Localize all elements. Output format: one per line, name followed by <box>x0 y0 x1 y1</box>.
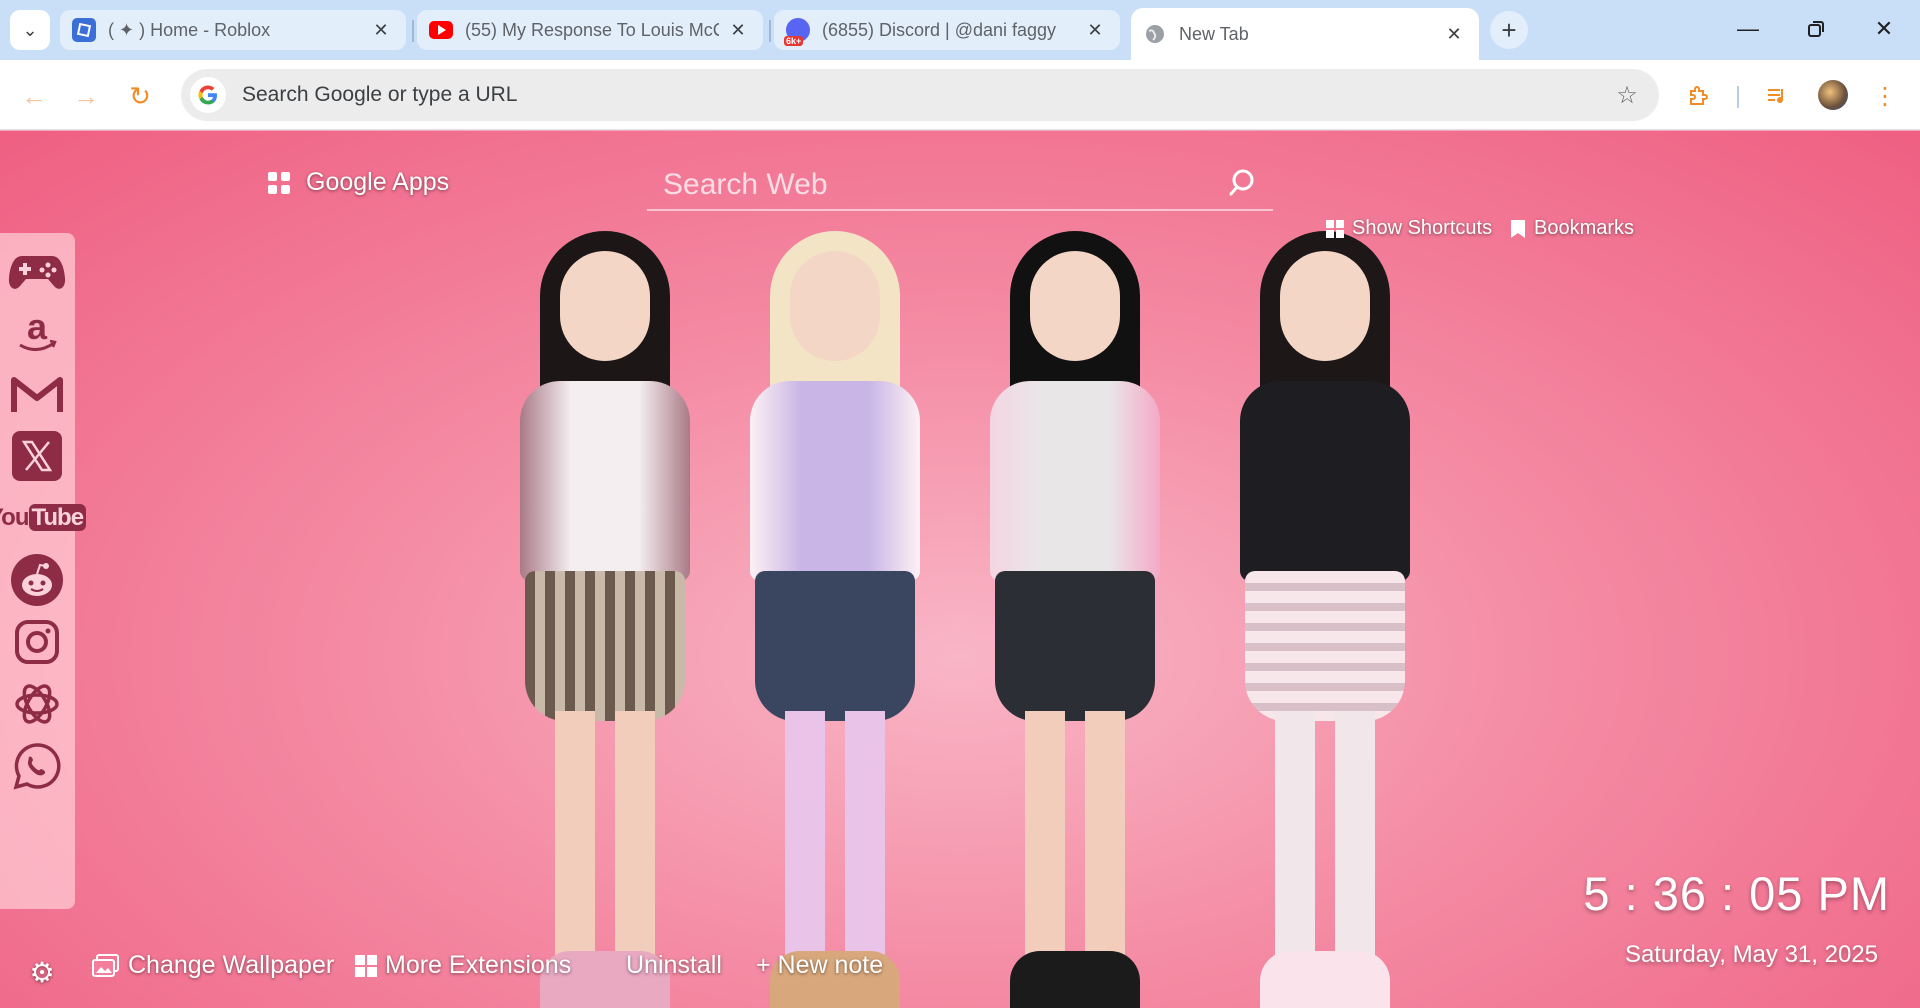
search-icon[interactable] <box>1225 163 1265 203</box>
chatgpt-icon[interactable] <box>6 673 68 735</box>
google-apps-label: Google Apps <box>306 168 450 196</box>
wallpaper-image <box>500 171 1500 1008</box>
menu-button[interactable]: ⋮ <box>1870 77 1900 115</box>
show-shortcuts-button[interactable]: Show Shortcuts <box>1326 217 1492 240</box>
more-extensions-label: More Extensions <box>385 951 572 979</box>
windows-grid-icon <box>1326 219 1344 238</box>
youtube-logo-text-b: Tube <box>28 504 87 531</box>
tab-divider <box>769 20 771 42</box>
globe-icon <box>1143 22 1167 46</box>
extensions-button[interactable] <box>1680 77 1718 115</box>
close-icon[interactable]: ✕ <box>1084 19 1106 41</box>
search-box <box>647 161 1273 211</box>
new-note-label: + New note <box>756 951 884 979</box>
settings-button[interactable]: ⚙ <box>24 954 60 990</box>
omnibox[interactable]: Search Google or type a URL ☆ <box>181 69 1659 121</box>
notification-badge: 6k+ <box>784 36 804 46</box>
restore-icon <box>1808 21 1824 37</box>
tab-divider <box>412 20 414 42</box>
discord-icon: 6k+ <box>784 18 810 46</box>
close-icon[interactable]: ✕ <box>370 19 392 41</box>
close-icon[interactable]: ✕ <box>1443 23 1465 45</box>
reddit-icon[interactable] <box>6 549 68 611</box>
tab-youtube[interactable]: (55) My Response To Louis McC ✕ <box>417 10 763 50</box>
clock: 5 : 36 : 05 PM <box>1583 867 1890 920</box>
forward-button[interactable]: → <box>66 76 106 116</box>
plus-icon: + <box>1501 14 1517 45</box>
wallpaper-figure <box>500 211 710 1008</box>
tab-title: New Tab <box>1179 23 1249 44</box>
minimize-icon: — <box>1737 16 1759 41</box>
kebab-menu-icon: ⋮ <box>1873 82 1897 110</box>
browser-toolbar: ← → ↻ Search Google or type a URL ☆ ⋮ <box>0 60 1920 130</box>
shortcut-dock: a YouTube <box>0 233 87 909</box>
bookmarks-button[interactable]: Bookmarks <box>1510 217 1634 240</box>
change-wallpaper-button[interactable]: Change Wallpaper <box>92 951 334 980</box>
back-button[interactable]: ← <box>14 76 54 116</box>
gmail-icon[interactable] <box>6 363 68 425</box>
media-control-button[interactable] <box>1758 77 1796 115</box>
puzzle-icon <box>1690 86 1708 105</box>
tab-discord[interactable]: 6k+ (6855) Discord | @dani faggy ✕ <box>774 10 1120 50</box>
tab-roblox[interactable]: ( ✦ ) Home - Roblox ✕ <box>60 10 406 50</box>
more-extensions-button[interactable]: More Extensions <box>355 951 571 980</box>
amazon-icon[interactable]: a <box>6 301 68 363</box>
youtube-icon <box>429 18 453 42</box>
uninstall-label: Uninstall <box>626 951 722 979</box>
tab-title: ( ✦ ) Home - Roblox <box>108 19 271 40</box>
roblox-icon <box>72 18 96 42</box>
windows-grid-icon <box>355 954 377 977</box>
apps-grid-icon <box>268 171 290 194</box>
tab-title: (55) My Response To Louis McC <box>465 19 719 40</box>
google-g-icon <box>190 77 226 113</box>
instagram-icon[interactable] <box>6 611 68 673</box>
gamepad-icon[interactable] <box>6 241 68 303</box>
arrow-right-icon: → <box>73 80 99 111</box>
show-shortcuts-label: Show Shortcuts <box>1352 217 1493 239</box>
image-icon <box>92 953 119 977</box>
bookmark-star-icon[interactable]: ☆ <box>1607 75 1647 115</box>
chevron-down-icon: ⌄ <box>22 19 38 40</box>
change-wallpaper-label: Change Wallpaper <box>128 951 335 979</box>
tab-new-tab[interactable]: New Tab ✕ <box>1131 8 1479 60</box>
toolbar-separator <box>1737 86 1739 108</box>
youtube-logo-text-a: You <box>0 504 29 531</box>
google-apps-button[interactable]: Google Apps <box>268 168 449 197</box>
minimize-button[interactable]: — <box>1718 8 1778 50</box>
close-icon[interactable]: ✕ <box>727 19 749 41</box>
close-icon: ✕ <box>1874 16 1894 41</box>
tab-strip: ⌄ ( ✦ ) Home - Roblox ✕ (55) My Response… <box>0 0 1920 60</box>
tab-title: (6855) Discord | @dani faggy <box>822 19 1057 40</box>
wallpaper-figure <box>1220 211 1430 1008</box>
new-tab-button[interactable]: + <box>1490 11 1528 49</box>
reload-icon: ↻ <box>129 80 151 111</box>
search-input[interactable] <box>663 163 1223 207</box>
new-tab-page: Google Apps Show Shortcuts Bookmarks a Y… <box>0 131 1920 1008</box>
wallpaper-figure <box>970 211 1180 1008</box>
bookmark-icon <box>1511 219 1525 238</box>
arrow-left-icon: ← <box>21 80 47 111</box>
restore-button[interactable] <box>1786 8 1846 50</box>
reload-button[interactable]: ↻ <box>120 76 160 116</box>
tab-search-button[interactable]: ⌄ <box>10 10 50 50</box>
omnibox-placeholder: Search Google or type a URL <box>242 83 518 106</box>
x-twitter-icon[interactable] <box>6 425 68 487</box>
profile-avatar[interactable] <box>1818 80 1848 110</box>
uninstall-button[interactable]: Uninstall <box>626 951 722 980</box>
close-window-button[interactable]: ✕ <box>1854 8 1914 50</box>
wallpaper-figure <box>730 211 940 1008</box>
date: Saturday, May 31, 2025 <box>1624 941 1878 968</box>
svg-text:a: a <box>27 309 48 347</box>
whatsapp-icon[interactable] <box>6 735 68 797</box>
youtube-logo-icon[interactable]: YouTube <box>0 487 87 549</box>
bookmarks-label: Bookmarks <box>1534 217 1635 239</box>
new-note-button[interactable]: + New note <box>756 951 883 980</box>
music-queue-icon <box>1768 89 1784 104</box>
gear-icon: ⚙ <box>29 956 55 988</box>
